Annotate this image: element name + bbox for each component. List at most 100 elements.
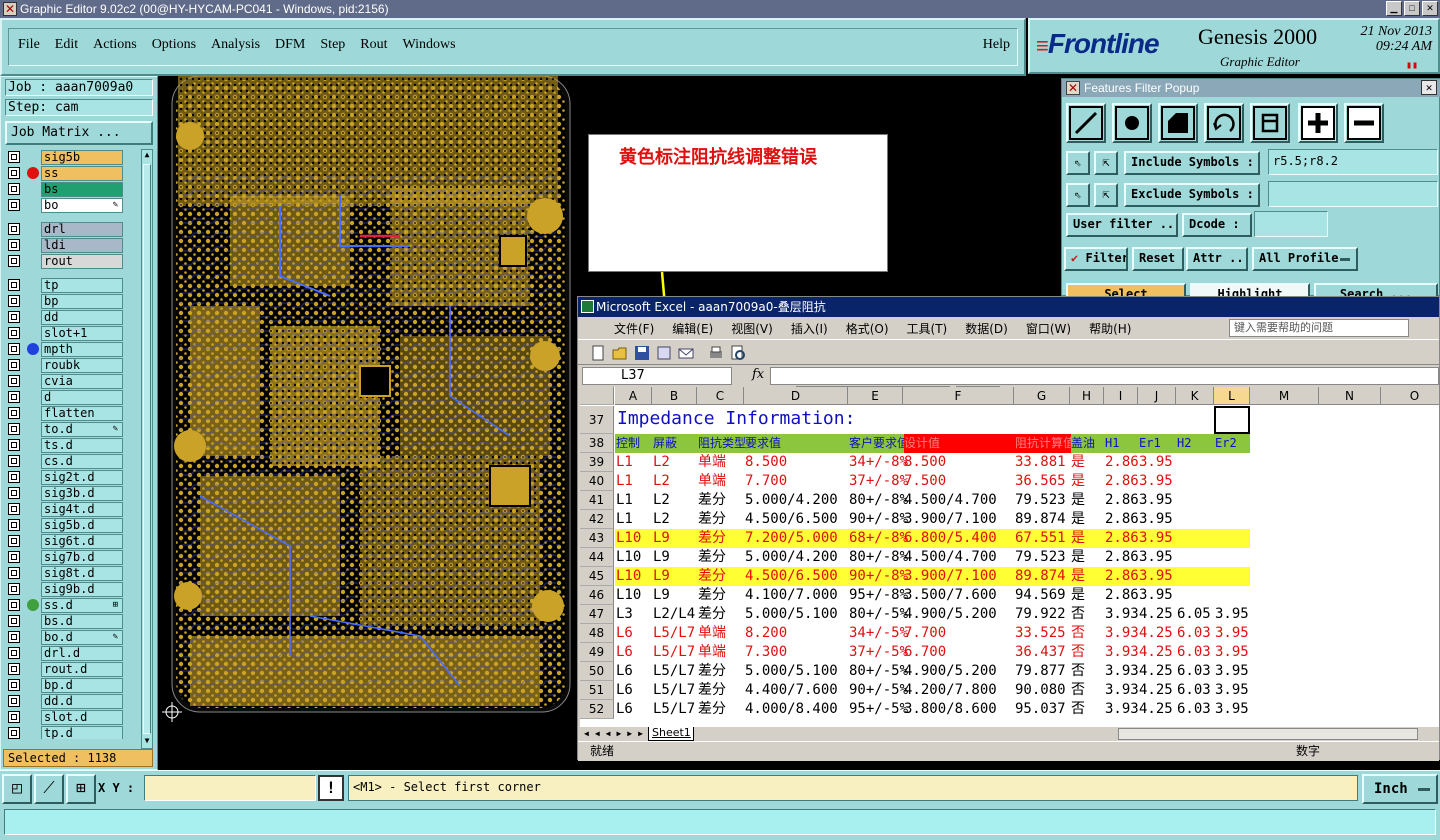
layer-row[interactable]: sig3b.d [5, 485, 139, 501]
layer-name[interactable]: drl.d [41, 646, 123, 661]
layer-name[interactable]: sig9b.d [41, 582, 123, 597]
layer-checkbox[interactable] [8, 551, 20, 563]
layer-name[interactable]: bs [41, 182, 123, 197]
column-header[interactable]: E [848, 387, 903, 405]
data-cell[interactable]: 5.000/4.200 [745, 548, 849, 567]
header-cell[interactable]: 屏蔽 [653, 434, 677, 453]
data-cell[interactable]: 3.95 [1139, 529, 1197, 548]
data-cell[interactable]: 3.95 [1215, 700, 1271, 719]
column-header[interactable]: K [1176, 387, 1214, 405]
zoom-window-icon[interactable]: ◰ [2, 774, 32, 804]
layer-name[interactable]: dd.d [41, 694, 123, 709]
data-cell[interactable]: 7.700 [745, 472, 849, 491]
layer-name[interactable]: sig4t.d [41, 502, 123, 517]
pad-shape-button[interactable] [1112, 103, 1152, 143]
layer-name[interactable]: sig2t.d [41, 470, 123, 485]
data-cell[interactable]: 5.000/4.200 [745, 491, 849, 510]
new-file-icon[interactable] [590, 345, 606, 361]
menu-windows[interactable]: Windows [397, 37, 462, 53]
row-header[interactable]: 43 [580, 529, 614, 548]
layer-scrollbar[interactable]: ▲ ▼ [141, 149, 153, 749]
data-cell[interactable]: 4.000/8.400 [745, 700, 849, 719]
header-cell[interactable]: 设计值 [904, 434, 1015, 453]
layer-checkbox[interactable] [8, 455, 20, 467]
open-folder-icon[interactable] [612, 345, 628, 361]
layer-checkbox[interactable] [8, 295, 20, 307]
layer-checkbox[interactable] [8, 471, 20, 483]
layer-checkbox[interactable] [8, 327, 20, 339]
header-cell[interactable]: 阻抗计算值 [1015, 434, 1071, 453]
data-cell[interactable]: 7.200/5.000 [745, 529, 849, 548]
column-header[interactable]: H [1070, 387, 1104, 405]
row-header[interactable]: 49 [580, 643, 614, 662]
excel-menu-item[interactable]: 工具(T) [907, 320, 948, 337]
include-pick-icon[interactable]: ⇖ [1066, 151, 1090, 175]
layer-name[interactable]: dd [41, 310, 123, 325]
layer-checkbox[interactable] [8, 439, 20, 451]
layer-name[interactable]: cvia [41, 374, 123, 389]
layer-name[interactable]: sig7b.d [41, 550, 123, 565]
active-cell-l37[interactable] [1214, 406, 1250, 434]
add-button[interactable] [1298, 103, 1338, 143]
help-question-input[interactable]: 键入需要帮助的问题 [1229, 319, 1409, 337]
header-cell[interactable]: Er1 [1139, 434, 1161, 453]
units-dropdown[interactable]: Inch [1362, 774, 1438, 804]
row-header[interactable]: 45 [580, 567, 614, 586]
data-cell[interactable]: 3.95 [1215, 605, 1271, 624]
data-cell[interactable]: 6.700 [904, 643, 1015, 662]
header-cell[interactable]: H2 [1177, 434, 1191, 453]
excel-menu-item[interactable]: 编辑(E) [672, 320, 713, 337]
data-cell[interactable]: 4.100/7.000 [745, 586, 849, 605]
column-header[interactable]: L [1214, 387, 1250, 405]
data-cell[interactable]: 3.95 [1215, 662, 1271, 681]
attr-button[interactable]: Attr ... [1186, 247, 1248, 271]
layer-name[interactable]: bp [41, 294, 123, 309]
layer-name[interactable]: ss [41, 166, 123, 181]
snap-grid-icon[interactable]: ⊞ [66, 774, 96, 804]
column-header[interactable]: J [1138, 387, 1176, 405]
layer-checkbox[interactable] [8, 615, 20, 627]
data-cell[interactable]: 4.900/5.200 [904, 662, 1015, 681]
alert-icon[interactable]: ! [318, 775, 344, 801]
row-header[interactable]: 51 [580, 681, 614, 700]
layer-name[interactable]: bp.d [41, 678, 123, 693]
layer-name[interactable]: tp [41, 278, 123, 293]
spreadsheet-grid[interactable]: A B C D E F G H I J K L M N O 37 Impedance Information: 3… [580, 387, 1439, 727]
layer-row[interactable]: mpth [5, 341, 139, 357]
data-cell[interactable]: 3.95 [1139, 548, 1197, 567]
data-cell[interactable]: 4.500/6.500 [745, 567, 849, 586]
layer-row[interactable]: drl [5, 221, 139, 237]
row-header[interactable]: 40 [580, 472, 614, 491]
layer-name[interactable]: d [41, 390, 123, 405]
excel-menu-item[interactable]: 文件(F) [614, 320, 654, 337]
layer-row[interactable]: ss [5, 165, 139, 181]
layer-name[interactable]: sig5b [41, 150, 123, 165]
data-cell[interactable]: 4.400/7.600 [745, 681, 849, 700]
layer-row[interactable]: sig2t.d [5, 469, 139, 485]
data-cell[interactable]: 4.500/4.700 [904, 548, 1015, 567]
column-header[interactable]: G [1014, 387, 1070, 405]
layer-checkbox[interactable] [8, 647, 20, 659]
layer-name[interactable]: sig5b.d [41, 518, 123, 533]
xy-input[interactable] [144, 775, 316, 801]
row-header[interactable]: 44 [580, 548, 614, 567]
excel-menu-item[interactable]: 格式(O) [846, 320, 889, 337]
header-cell[interactable]: 控制 [616, 434, 640, 453]
column-header[interactable]: A [615, 387, 652, 405]
layer-row[interactable]: dd [5, 309, 139, 325]
layer-row[interactable]: bp.d [5, 677, 139, 693]
exclude-select-icon[interactable]: ⇱ [1094, 183, 1118, 207]
include-select-icon[interactable]: ⇱ [1094, 151, 1118, 175]
formula-input[interactable] [770, 367, 1439, 385]
layer-name[interactable]: ss.d ⊞ [41, 598, 123, 613]
row-header[interactable]: 46 [580, 586, 614, 605]
row-header[interactable]: 41 [580, 491, 614, 510]
menu-rout[interactable]: Rout [354, 37, 393, 53]
data-cell[interactable]: 3.95 [1215, 643, 1271, 662]
data-cell[interactable]: 3.900/7.100 [904, 567, 1015, 586]
layer-name[interactable]: sig8t.d [41, 566, 123, 581]
maximize-icon[interactable]: □ [1404, 1, 1420, 16]
data-cell[interactable]: 7.500 [904, 472, 1015, 491]
data-cell[interactable]: 3.800/8.600 [904, 700, 1015, 719]
arc-shape-button[interactable] [1204, 103, 1244, 143]
